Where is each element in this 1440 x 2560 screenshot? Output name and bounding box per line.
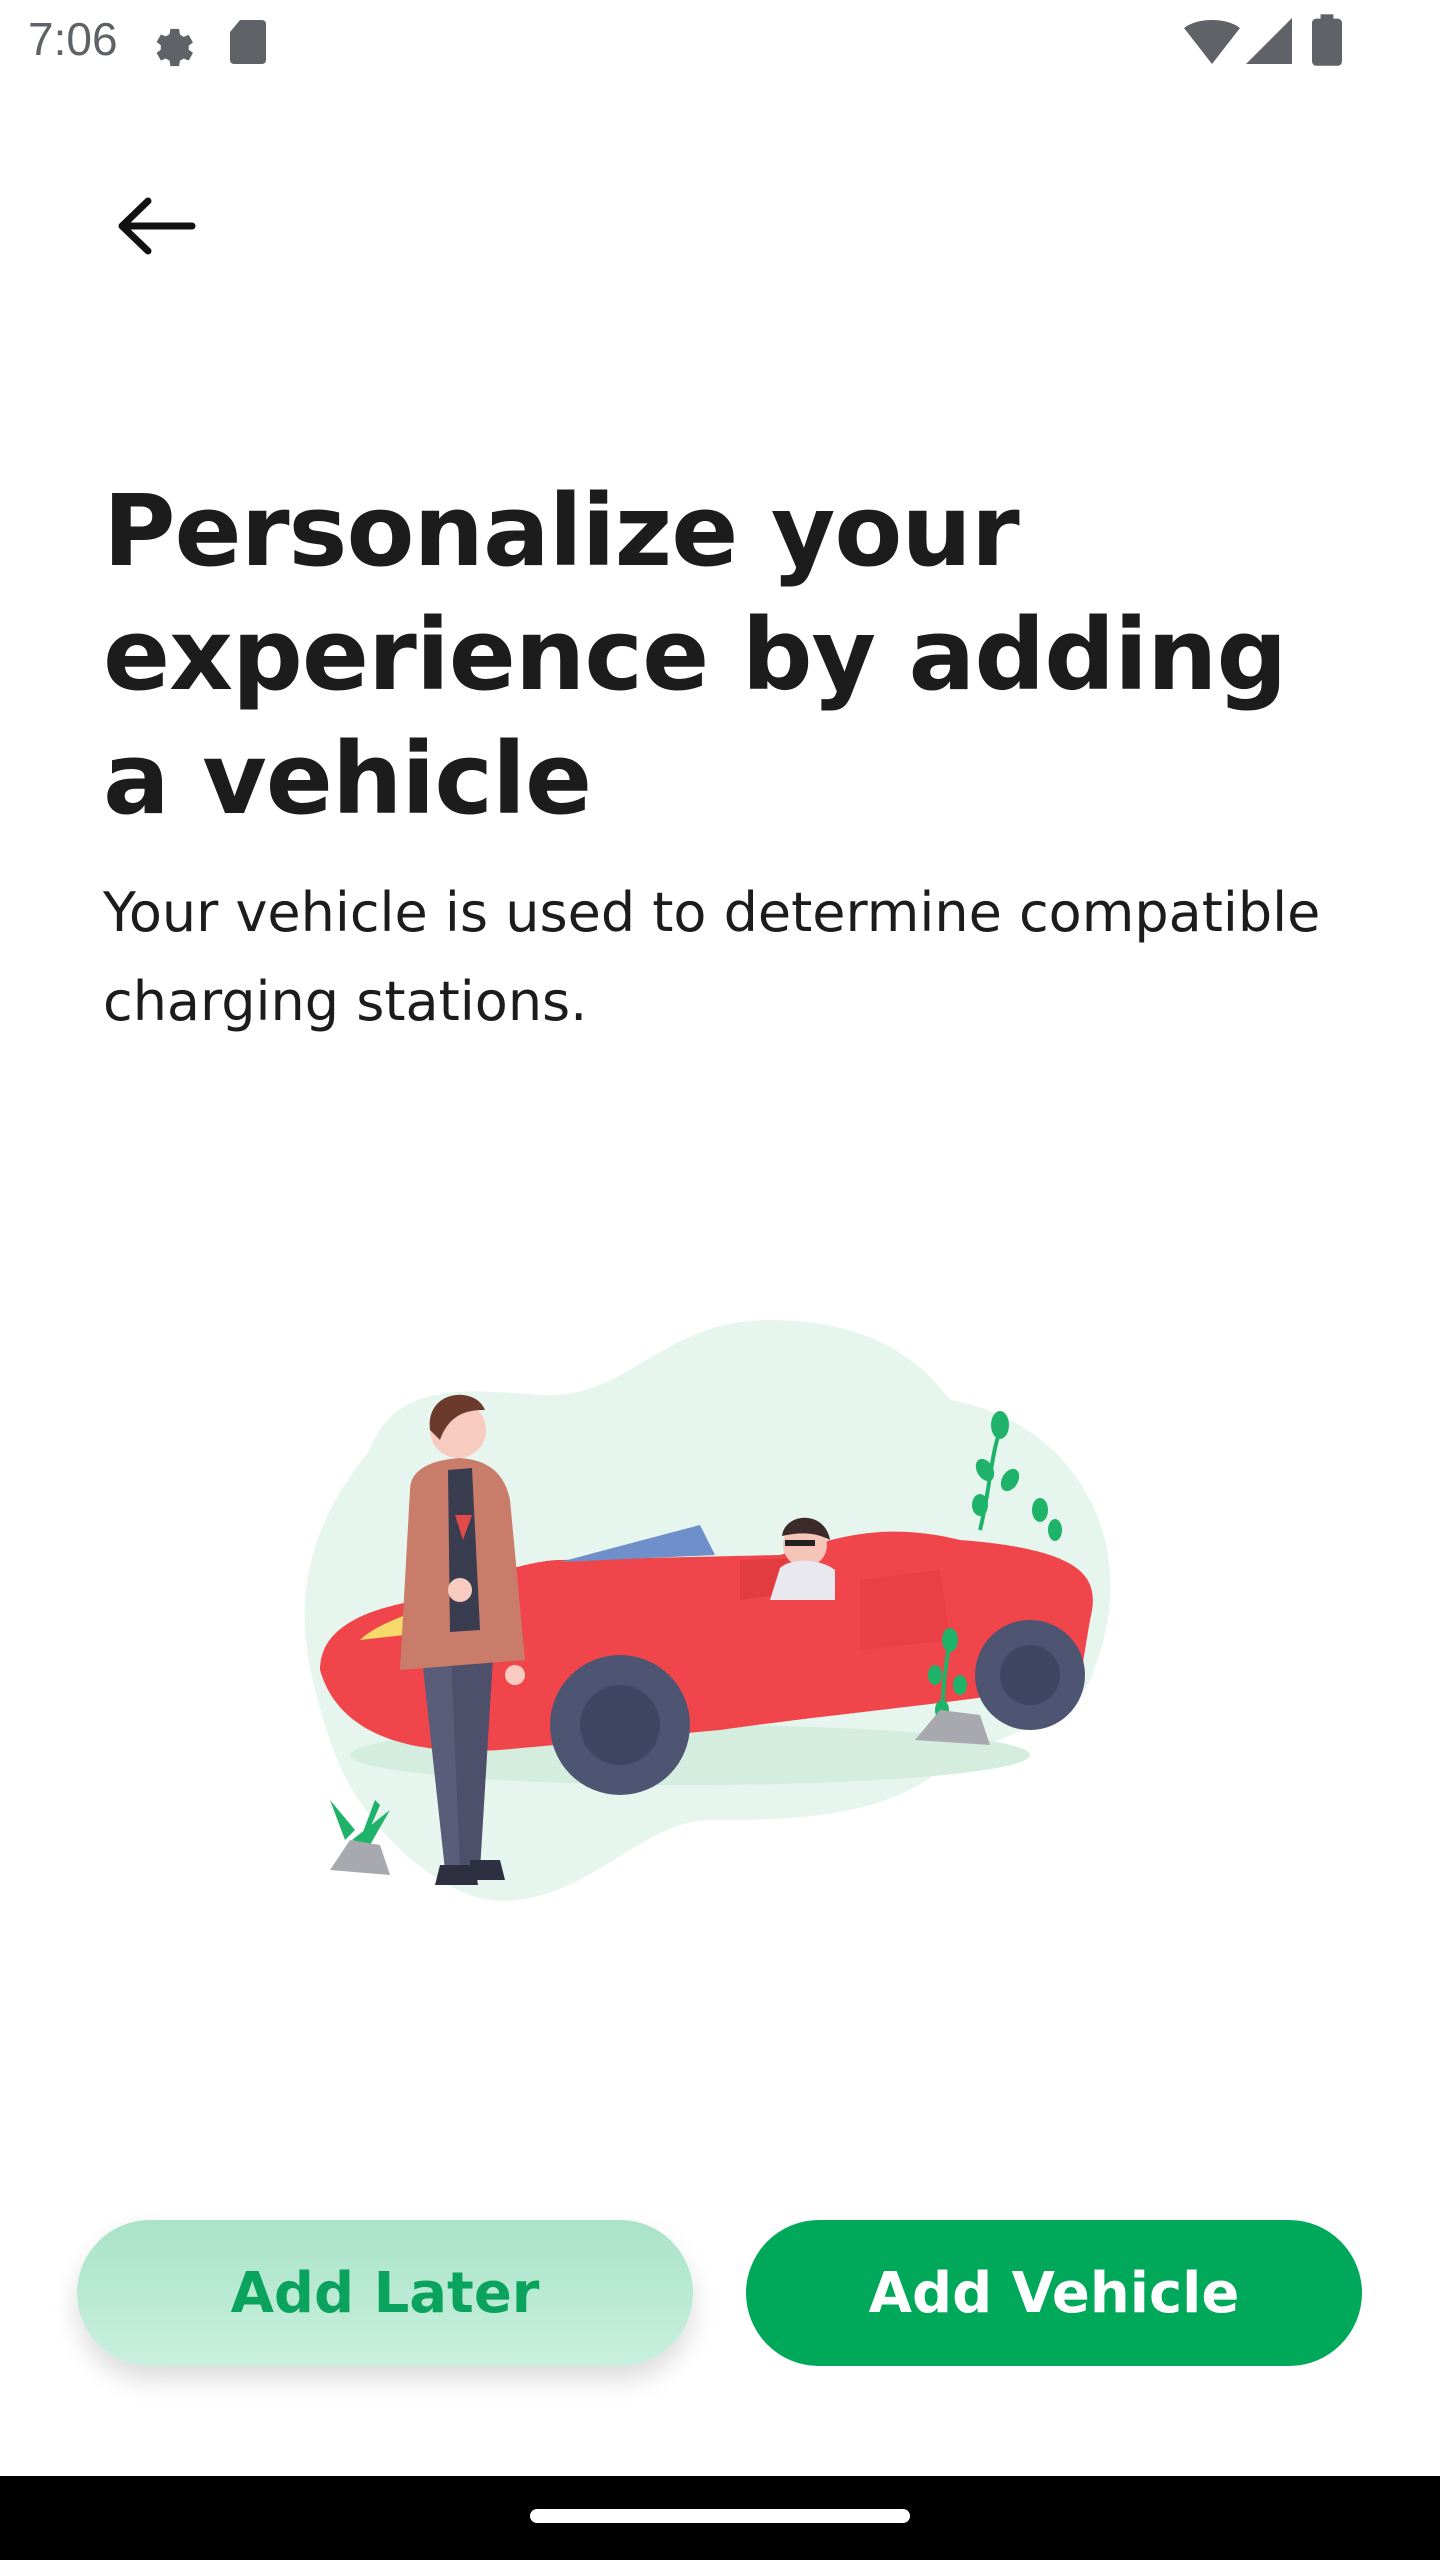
person-and-red-convertible-illustration — [304, 1320, 1111, 1901]
back-button[interactable] — [104, 184, 208, 268]
arrow-left-icon — [118, 197, 196, 255]
wifi-icon — [1184, 20, 1240, 64]
add-vehicle-button[interactable]: Add Vehicle — [746, 2220, 1362, 2366]
battery-icon — [1312, 14, 1342, 66]
add-later-label: Add Later — [230, 2260, 540, 2326]
status-bar: 7:06 — [0, 0, 1440, 84]
add-later-button[interactable]: Add Later — [77, 2220, 693, 2366]
cell-signal-icon — [1246, 18, 1292, 64]
home-gesture-handle[interactable] — [530, 2509, 910, 2523]
page-subtitle: Your vehicle is used to determine compat… — [103, 881, 1321, 1033]
rock-left — [330, 1840, 390, 1875]
status-time: 7:06 — [28, 13, 118, 65]
sd-card-icon — [230, 20, 266, 64]
add-vehicle-label: Add Vehicle — [868, 2260, 1240, 2326]
page-title: Personalize your experience by adding a … — [103, 474, 1287, 837]
settings-gear-icon — [156, 28, 193, 67]
